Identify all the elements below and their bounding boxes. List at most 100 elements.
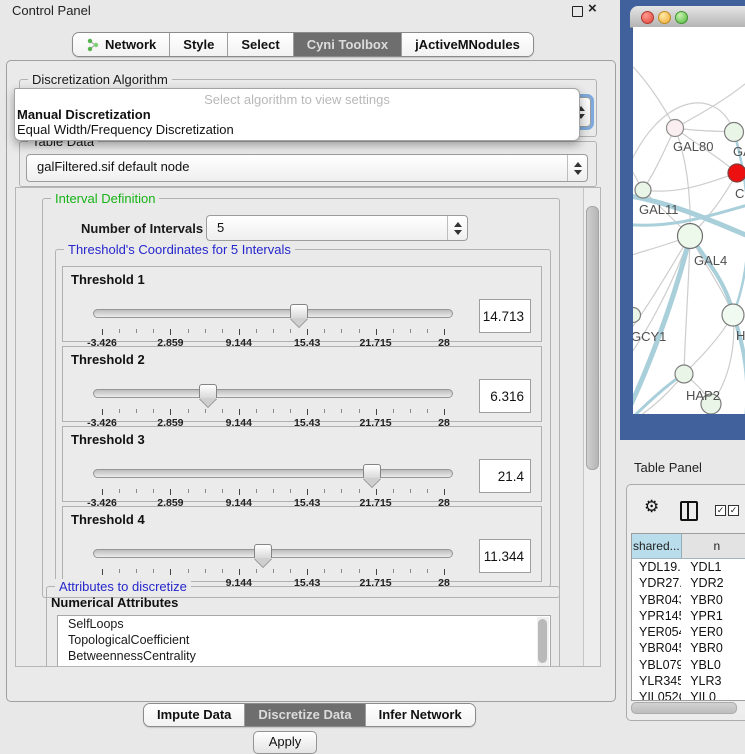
slider-track[interactable] [93, 309, 453, 318]
tick-mark [119, 489, 120, 493]
network-node[interactable] [678, 224, 703, 249]
tick-mark [188, 489, 189, 493]
gear-icon[interactable]: ⚙ [644, 497, 659, 517]
settings-scrollbar[interactable] [583, 188, 600, 666]
close-icon[interactable]: × [588, 0, 597, 17]
threshold-slider[interactable]: -3.4262.8599.14415.4321.71528 [93, 463, 453, 501]
top-tab-bar: Network Style Select Cyni Toolbox jActiv… [72, 32, 534, 57]
tab-impute-data[interactable]: Impute Data [144, 704, 245, 726]
list-scrollbar[interactable] [537, 617, 549, 667]
table-cell[interactable]: YER0 [681, 624, 745, 640]
network-node[interactable] [635, 182, 651, 198]
table-row[interactable]: YIL052CYIL0 [632, 689, 745, 701]
tab-jactivemnodules[interactable]: jActiveMNodules [402, 33, 533, 56]
threshold-slider[interactable]: -3.4262.8599.14415.4321.71528 [93, 543, 453, 581]
table-panel: ⚙ ✓ ✓ shared... n YDL19...YDL1YDR27...YD… [626, 484, 745, 721]
table-data-value: galFiltered.sif default node [37, 155, 563, 179]
attribute-list-item[interactable]: TopologicalCoefficient [58, 632, 550, 648]
table-row[interactable]: YBL079WYBL0 [632, 657, 745, 673]
threshold-value-input[interactable] [479, 459, 531, 493]
float-window-icon[interactable] [572, 6, 583, 17]
table-row[interactable]: YBR043CYBR0 [632, 592, 745, 608]
column-header-name[interactable]: n [682, 534, 745, 558]
network-node[interactable] [725, 123, 744, 142]
checkbox-icon[interactable]: ✓ [715, 505, 726, 516]
table-row[interactable]: YPR145WYPR1 [632, 608, 745, 624]
tick-mark [307, 569, 308, 575]
attribute-list-item[interactable]: BetweennessCentrality [58, 648, 550, 664]
numerical-attributes-list[interactable]: SelfLoopsTopologicalCoefficientBetweenne… [57, 615, 551, 667]
threshold-panel-3: Threshold 3 -3.4262.8599.14415.4321.7152… [62, 426, 542, 502]
threshold-value-input[interactable] [479, 379, 531, 413]
slider-track[interactable] [93, 469, 453, 478]
slider-handle[interactable] [199, 384, 217, 398]
tab-cyni-toolbox[interactable]: Cyni Toolbox [294, 33, 402, 56]
node-attribute-table[interactable]: shared... n YDL19...YDL1YDR27...YDR2YBR0… [631, 533, 745, 701]
table-cell[interactable]: YDL1 [681, 559, 745, 575]
tab-discretize-data[interactable]: Discretize Data [245, 704, 365, 726]
threshold-slider[interactable]: -3.4262.8599.14415.4321.71528 [93, 383, 453, 421]
network-node[interactable] [722, 304, 744, 326]
network-node[interactable] [675, 365, 693, 383]
table-cell[interactable]: YBR0 [681, 640, 745, 656]
slider-handle[interactable] [363, 464, 381, 478]
algorithm-option-equal-width[interactable]: Equal Width/Frequency Discretization [17, 122, 577, 137]
threshold-value-input[interactable] [479, 539, 531, 573]
table-cell[interactable]: YBL079W [632, 657, 681, 673]
table-horizontal-scrollbar[interactable] [630, 701, 745, 714]
table-cell[interactable]: YBR0 [681, 592, 745, 608]
network-node[interactable] [728, 164, 745, 182]
tick-mark [170, 569, 171, 575]
minimize-traffic-light-icon[interactable] [658, 11, 671, 24]
table-cell[interactable]: YDR27... [632, 575, 681, 591]
table-cell[interactable]: YDR2 [681, 575, 745, 591]
threshold-slider[interactable]: -3.4262.8599.14415.4321.71528 [93, 303, 453, 341]
num-intervals-select[interactable]: 5 [206, 215, 468, 241]
scrollbar-thumb[interactable] [631, 702, 737, 714]
tab-infer-network[interactable]: Infer Network [366, 704, 475, 726]
attribute-list-item[interactable]: SelfLoops [58, 616, 550, 632]
apply-button[interactable]: Apply [253, 731, 317, 754]
table-cell[interactable]: YPR1 [681, 608, 745, 624]
table-cell[interactable]: YER054C [632, 624, 681, 640]
table-data-select[interactable]: galFiltered.sif default node [26, 154, 588, 182]
panel-title: Control Panel [12, 3, 91, 18]
scrollbar-thumb[interactable] [586, 206, 599, 470]
column-header-shared-name[interactable]: shared... [632, 534, 682, 558]
table-cell[interactable]: YIL0 [681, 689, 745, 701]
table-row[interactable]: YLR345WYLR3 [632, 673, 745, 689]
threshold-value-input[interactable] [479, 299, 531, 333]
tab-select[interactable]: Select [228, 33, 293, 56]
table-row[interactable]: YDR27...YDR2 [632, 575, 745, 591]
slider-track[interactable] [93, 549, 453, 558]
table-cell[interactable]: YLR345W [632, 673, 681, 689]
table-row[interactable]: YBR045CYBR0 [632, 640, 745, 656]
tab-style[interactable]: Style [170, 33, 228, 56]
table-row[interactable]: YER054CYER0 [632, 624, 745, 640]
algorithm-option-manual[interactable]: Manual Discretization [17, 107, 577, 122]
network-node-label: GAL80 [673, 139, 713, 154]
network-view-canvas[interactable]: GAL80GACGAL11GAL4GCY1HHAP2 [633, 27, 745, 414]
table-cell[interactable]: YIL052C [632, 689, 681, 701]
stepper-icon[interactable] [447, 216, 467, 240]
slider-handle[interactable] [254, 544, 272, 558]
stepper-icon[interactable] [567, 155, 587, 181]
columns-icon[interactable] [680, 501, 698, 521]
tab-network[interactable]: Network [73, 33, 170, 56]
table-cell[interactable]: YDL19... [632, 559, 681, 575]
table-cell[interactable]: YBR043C [632, 592, 681, 608]
slider-track[interactable] [93, 389, 453, 398]
slider-handle[interactable] [290, 304, 308, 318]
table-cell[interactable]: YLR3 [681, 673, 745, 689]
table-cell[interactable]: YPR145W [632, 608, 681, 624]
table-cell[interactable]: YBL0 [681, 657, 745, 673]
network-window-titlebar[interactable] [630, 6, 745, 28]
checkbox-icon[interactable]: ✓ [728, 505, 739, 516]
close-traffic-light-icon[interactable] [641, 11, 654, 24]
network-node[interactable] [667, 120, 684, 137]
table-row[interactable]: YDL19...YDL1 [632, 559, 745, 575]
tick-mark [239, 329, 240, 335]
zoom-traffic-light-icon[interactable] [675, 11, 688, 24]
network-node[interactable] [633, 308, 641, 323]
table-cell[interactable]: YBR045C [632, 640, 681, 656]
